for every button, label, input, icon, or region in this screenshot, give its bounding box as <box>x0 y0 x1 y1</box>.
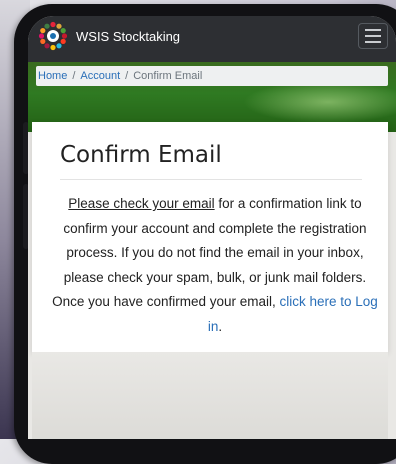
wsis-logo-icon[interactable] <box>38 21 68 51</box>
page-lower-area <box>32 352 388 439</box>
confirmation-message: Please check your email for a confirmati… <box>50 192 380 339</box>
message-end: . <box>218 318 223 334</box>
breadcrumb-separator: / <box>125 70 129 82</box>
breadcrumb-account-link[interactable]: Account <box>80 70 120 82</box>
breadcrumb-separator: / <box>72 70 76 82</box>
hamburger-menu-icon <box>365 41 381 43</box>
check-email-text: Please check your email <box>68 196 215 211</box>
hamburger-menu-icon <box>365 29 381 31</box>
breadcrumb-home-link[interactable]: Home <box>38 70 67 82</box>
page-title: Confirm Email <box>60 142 222 168</box>
title-divider <box>60 179 362 180</box>
phone-screen: WSIS Stocktaking Home / Account / Confirm Em… <box>28 16 396 439</box>
message-body: for a confirmation link to confirm your … <box>52 196 367 309</box>
hamburger-menu-icon <box>365 35 381 37</box>
brand-title[interactable]: WSIS Stocktaking <box>76 29 180 44</box>
breadcrumb-current: Confirm Email <box>133 70 203 82</box>
confirm-email-card: Confirm Email Please check your email fo… <box>32 122 388 352</box>
breadcrumb: Home / Account / Confirm Email <box>36 66 388 86</box>
navbar: WSIS Stocktaking <box>28 16 396 62</box>
hamburger-menu-button[interactable] <box>358 23 388 49</box>
